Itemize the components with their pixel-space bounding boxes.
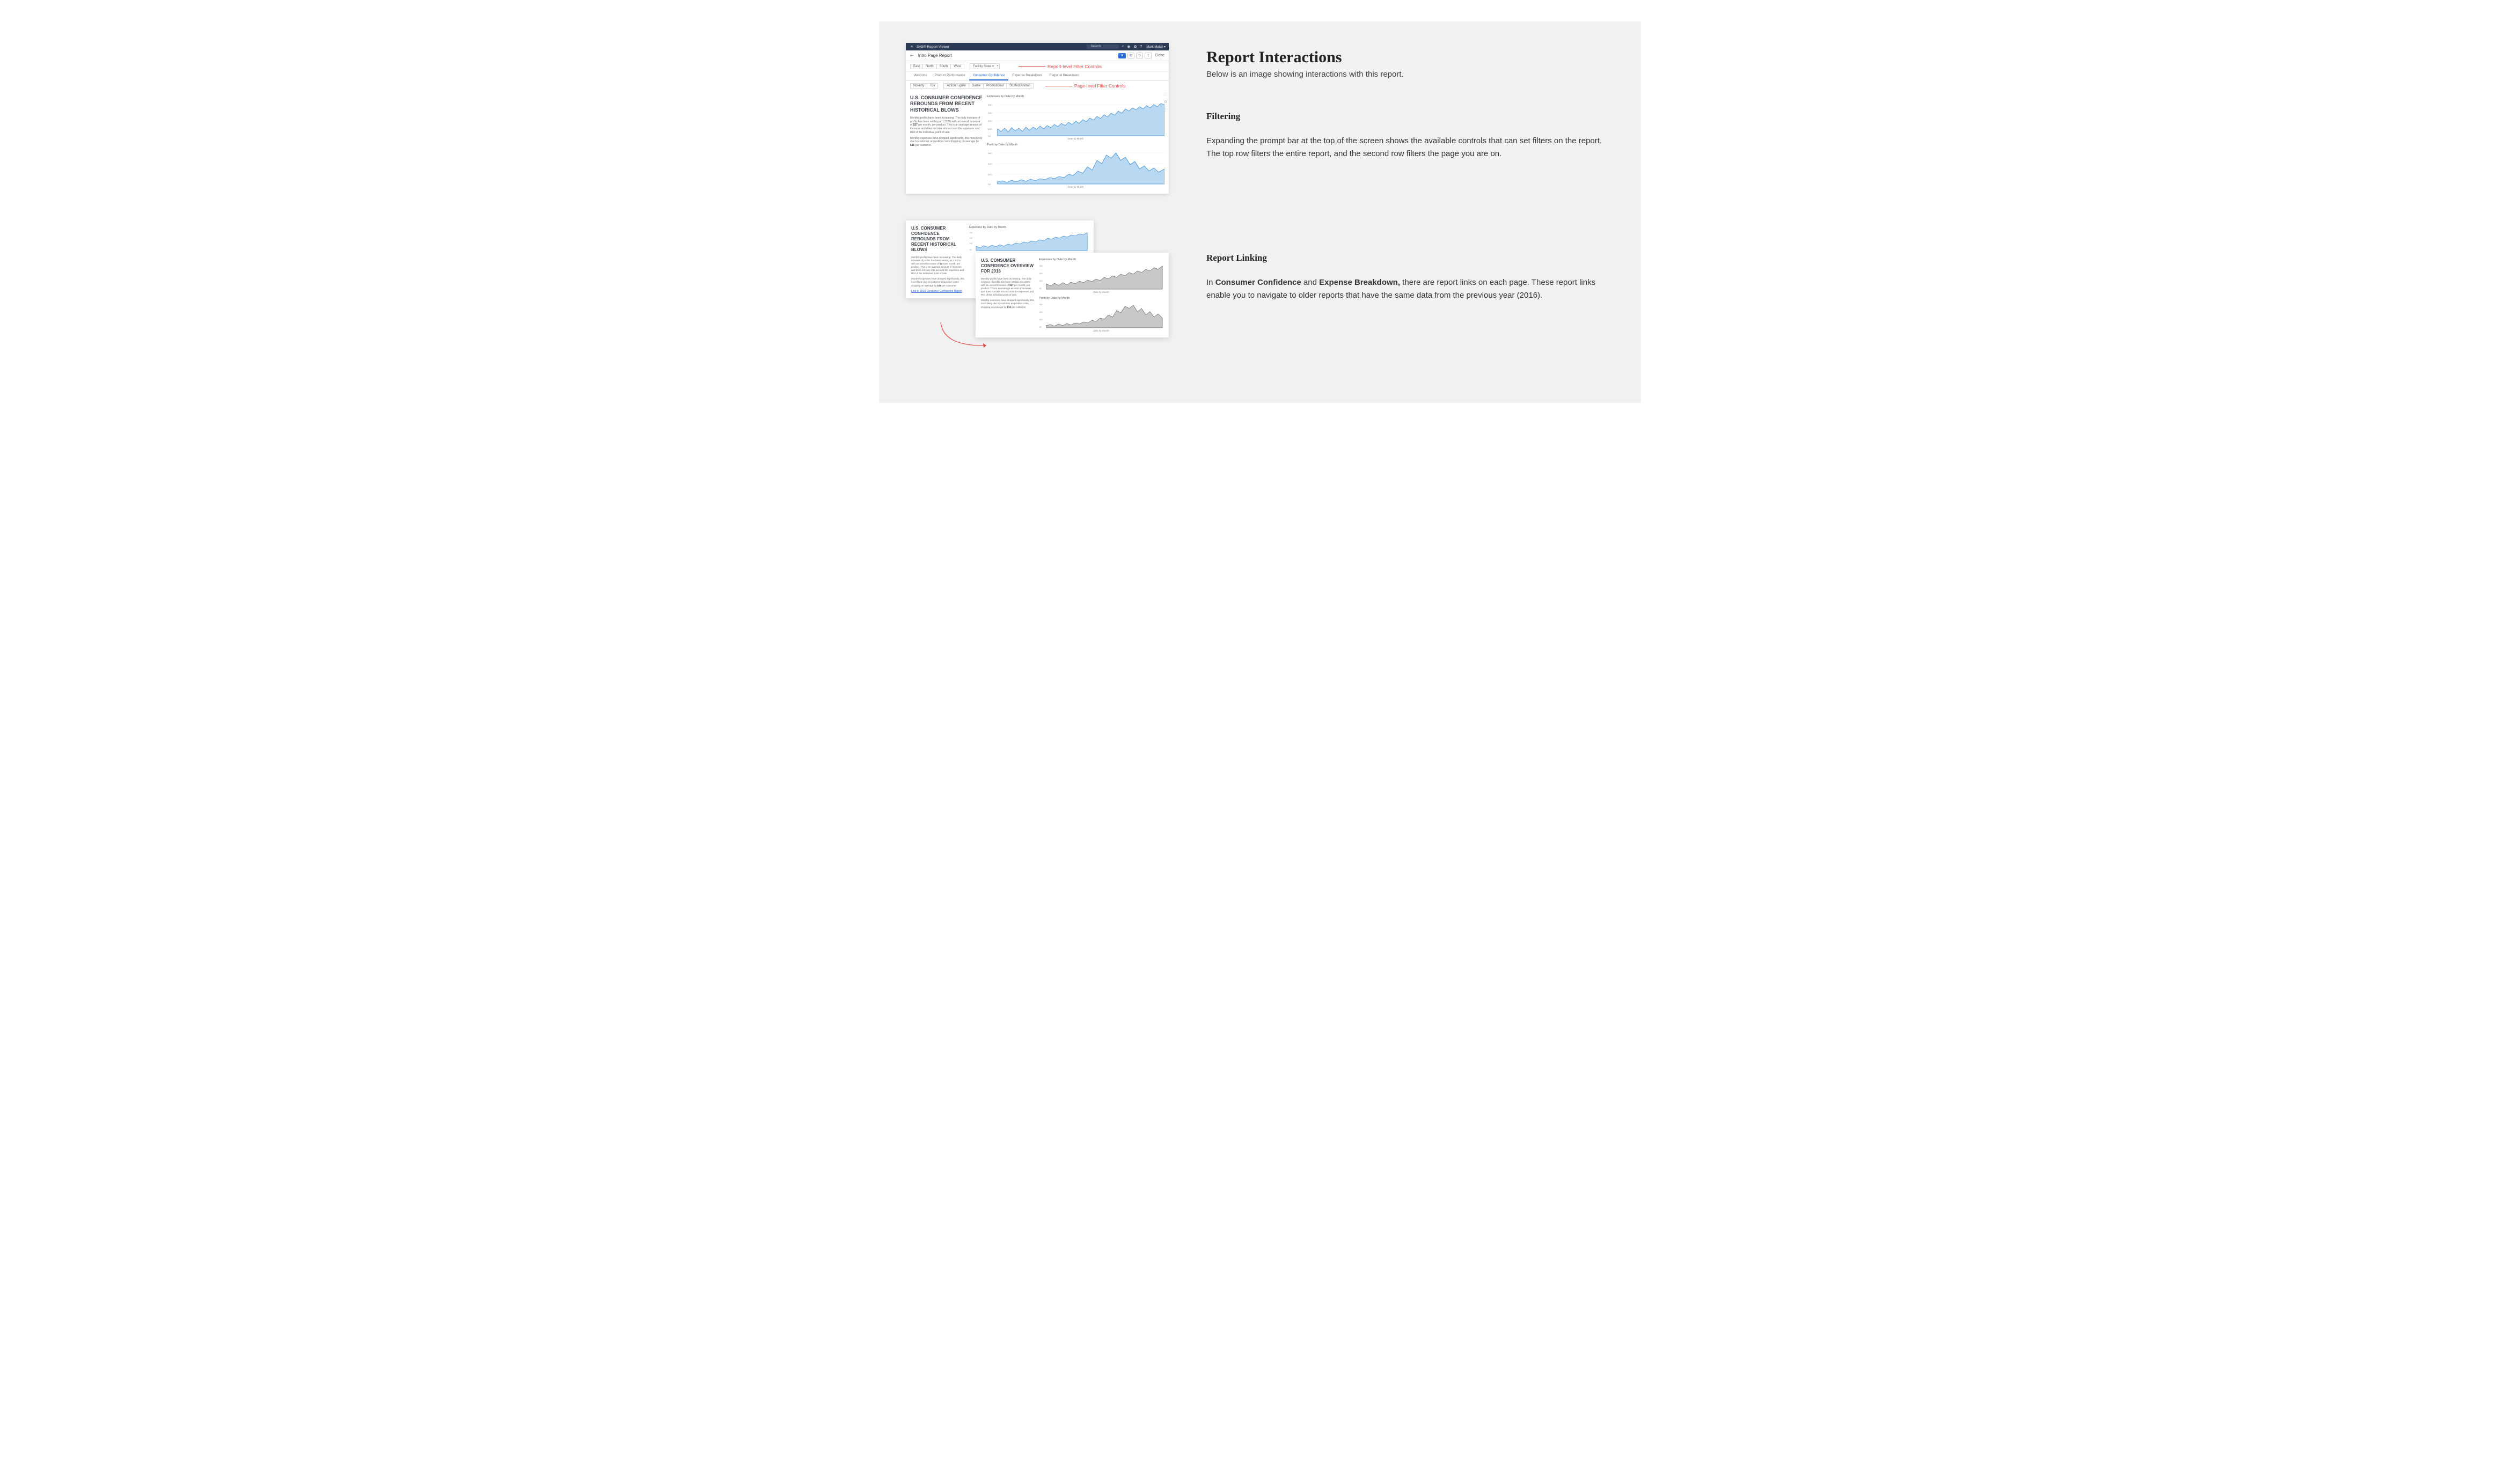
svg-text:$60: $60: [988, 152, 992, 154]
app-titlebar: ≡ SAS® Report Viewer Search ⌕ ◉ ✿ ? Mark…: [906, 43, 1169, 50]
menu-icon[interactable]: ≡: [909, 45, 914, 49]
options-icon[interactable]: ⚙: [1164, 100, 1168, 104]
export-button[interactable]: ⇪: [1145, 53, 1152, 58]
story-text: U.S. CONSUMER CONFIDENCE REBOUNDS FROM R…: [910, 95, 983, 188]
page-chip[interactable]: Stuffed Animal: [1006, 83, 1034, 89]
back-icon[interactable]: ⇤: [910, 53, 914, 58]
section-linking-body: In Consumer Confidence and Expense Break…: [1206, 276, 1614, 302]
svg-text:$50: $50: [988, 104, 992, 106]
section-filtering-title: Filtering: [1206, 111, 1614, 122]
report-tabs: Welcome Product Performance Consumer Con…: [906, 72, 1169, 81]
svg-text:$0: $0: [988, 183, 991, 185]
report-page-body: □ ⚙ ⓘ U.S. CONSUMER CONFIDENCE REBOUNDS …: [906, 92, 1169, 194]
story-p2: Monthly expenses have dropped significan…: [910, 137, 983, 148]
report-filter-row: East North South West Facility State ▾ R…: [906, 61, 1169, 72]
svg-text:$20: $20: [988, 128, 992, 130]
page-filter-group-b[interactable]: Action Figure Game Promotional Stuffed A…: [943, 83, 1033, 89]
cardB-title: U.S. CONSUMER CONFIDENCE OVERVIEW FOR 20…: [981, 258, 1035, 274]
svg-text:$20: $20: [1039, 319, 1043, 321]
notification-icon[interactable]: ◉: [1127, 45, 1130, 49]
page-chip[interactable]: Game: [969, 83, 983, 89]
state-filter-dropdown[interactable]: Facility State ▾: [970, 63, 1000, 69]
story-p1: Monthly profits have been increasing. Th…: [910, 116, 983, 135]
info-icon[interactable]: ⓘ: [1164, 107, 1168, 113]
annotation-page-filters: Page-level Filter Controls: [1045, 83, 1125, 89]
text-panel-linking: Report Linking In Consumer Confidence an…: [1206, 220, 1614, 302]
region-filter-group[interactable]: East North South West: [910, 64, 964, 69]
settings-icon[interactable]: ✿: [1134, 45, 1137, 49]
filter-toggle-button[interactable]: ▼: [1118, 53, 1126, 58]
svg-text:$50: $50: [1039, 265, 1043, 267]
document-page: ≡ SAS® Report Viewer Search ⌕ ◉ ✿ ? Mark…: [879, 21, 1641, 403]
report-title: Intro Page Report: [918, 53, 1117, 58]
row-filtering: ≡ SAS® Report Viewer Search ⌕ ◉ ✿ ? Mark…: [906, 43, 1614, 194]
page-chip[interactable]: Promotional: [983, 83, 1006, 89]
svg-text:$20: $20: [988, 173, 992, 176]
page-chip[interactable]: Action Figure: [943, 83, 968, 89]
svg-text:$0: $0: [988, 135, 991, 137]
report-link[interactable]: Link to 2016 Consumer Confidence Report: [911, 290, 965, 293]
tab-product-performance[interactable]: Product Performance: [931, 72, 969, 80]
chart-expenses: Expenses by Date by Month $50 $40: [987, 95, 1164, 140]
region-chip[interactable]: South: [936, 64, 951, 69]
page-filter-row: Novelty Toy Action Figure Game Promotion…: [906, 81, 1169, 92]
section-filtering-body: Expanding the prompt bar at the top of t…: [1206, 135, 1614, 160]
cardA-title: U.S. CONSUMER CONFIDENCE REBOUNDS FROM R…: [911, 226, 965, 253]
tab-consumer-confidence[interactable]: Consumer Confidence: [969, 72, 1009, 80]
layout-button[interactable]: ⊞: [1127, 53, 1134, 58]
svg-text:$20: $20: [1039, 280, 1043, 282]
svg-text:$30: $30: [988, 120, 992, 122]
cardB-text: U.S. CONSUMER CONFIDENCE OVERVIEW FOR 20…: [981, 258, 1035, 332]
region-chip[interactable]: West: [950, 64, 964, 69]
cardA-text: U.S. CONSUMER CONFIDENCE REBOUNDS FROM R…: [911, 226, 965, 293]
page-filter-group-a[interactable]: Novelty Toy: [910, 83, 938, 89]
user-menu[interactable]: Mark Malak ▾: [1146, 45, 1166, 49]
cardB-charts: Expenses by Date by Month $50 $40 $20 $0…: [1039, 258, 1163, 332]
help-icon[interactable]: ?: [1140, 45, 1142, 49]
region-chip[interactable]: North: [922, 64, 936, 69]
expand-icon[interactable]: □: [1164, 93, 1168, 97]
tab-expense-breakdown[interactable]: Expense Breakdown: [1008, 72, 1045, 80]
chart-column: Expenses by Date by Month $50 $40: [987, 95, 1164, 188]
svg-text:$50: $50: [970, 232, 973, 234]
page-chip[interactable]: Novelty: [910, 83, 927, 89]
close-button[interactable]: Close: [1155, 54, 1164, 57]
side-toolbar: □ ⚙ ⓘ: [1164, 93, 1168, 113]
search-input[interactable]: Search: [1087, 45, 1119, 49]
chart-profit: Profit by Date by Month $60 $40 $20: [987, 143, 1164, 188]
svg-text:$0: $0: [1039, 326, 1042, 328]
svg-text:$40: $40: [1039, 273, 1043, 275]
refresh-button[interactable]: ↻: [1136, 53, 1143, 58]
card-linked-report: U.S. CONSUMER CONFIDENCE OVERVIEW FOR 20…: [976, 253, 1169, 337]
region-chip[interactable]: East: [910, 64, 922, 69]
search-icon[interactable]: ⌕: [1122, 45, 1124, 49]
section-linking-title: Report Linking: [1206, 253, 1614, 263]
text-panel-top: Report Interactions Below is an image sh…: [1206, 43, 1614, 160]
annotation-report-filters: Report-level Filter Controls: [1019, 64, 1102, 69]
svg-text:$60: $60: [1039, 304, 1043, 306]
screenshot-report-viewer: ≡ SAS® Report Viewer Search ⌕ ◉ ✿ ? Mark…: [906, 43, 1169, 194]
svg-text:$40: $40: [970, 237, 973, 239]
svg-text:$0: $0: [970, 249, 972, 251]
report-header: ⇤ Intro Page Report ▼ ⊞ ↻ ⇪ Close: [906, 50, 1169, 61]
screenshot-linking: U.S. CONSUMER CONFIDENCE REBOUNDS FROM R…: [906, 220, 1169, 371]
app-brand: SAS® Report Viewer: [917, 45, 949, 49]
svg-text:$0: $0: [1039, 288, 1042, 290]
svg-text:$40: $40: [988, 163, 992, 165]
svg-text:$40: $40: [1039, 311, 1043, 313]
tab-welcome[interactable]: Welcome: [910, 72, 931, 80]
page-subtitle: Below is an image showing interactions w…: [1206, 70, 1614, 79]
row-linking: U.S. CONSUMER CONFIDENCE REBOUNDS FROM R…: [906, 220, 1614, 371]
svg-text:$20: $20: [970, 242, 973, 245]
tab-regional-breakdown[interactable]: Regional Breakdown: [1045, 72, 1082, 80]
svg-text:$40: $40: [988, 112, 992, 114]
page-heading: Report Interactions: [1206, 48, 1614, 67]
story-title: U.S. CONSUMER CONFIDENCE REBOUNDS FROM R…: [910, 95, 983, 113]
page-chip[interactable]: Toy: [927, 83, 938, 89]
